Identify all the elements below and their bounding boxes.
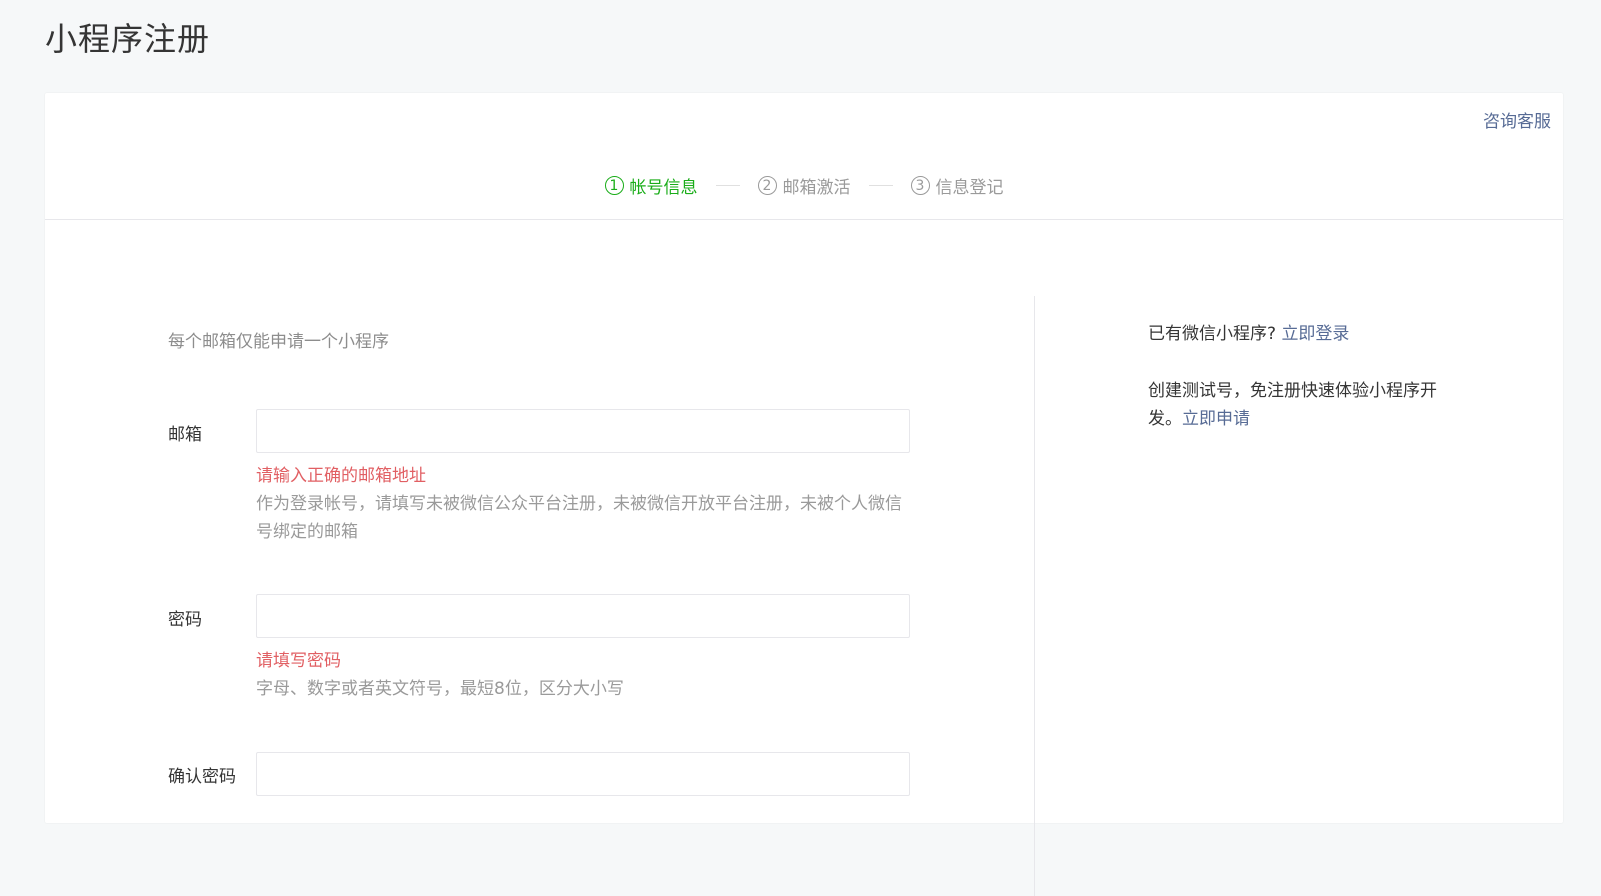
consult-service-link[interactable]: 咨询客服 [1483, 107, 1551, 132]
test-account-prompt: 创建测试号，免注册快速体验小程序开发。立即申请 [1148, 377, 1458, 433]
password-input[interactable] [256, 594, 910, 638]
password-tip: 字母、数字或者英文符号，最短8位，区分大小写 [256, 679, 624, 699]
step-number: 1 [604, 176, 624, 195]
step-separator [868, 185, 893, 186]
step-account-info: 1 帐号信息 [604, 173, 698, 198]
confirm-password-label: 确认密码 [168, 767, 236, 787]
login-prompt: 已有微信小程序? 立即登录 [1148, 320, 1458, 348]
step-info-registration: 3 信息登记 [910, 173, 1004, 198]
confirm-password-input[interactable] [256, 752, 910, 796]
form-intro: 每个邮箱仅能申请一个小程序 [168, 332, 389, 352]
password-error: 请填写密码 [256, 651, 341, 671]
step-label: 帐号信息 [629, 178, 698, 198]
header-divider [45, 219, 1563, 220]
login-link[interactable]: 立即登录 [1281, 324, 1349, 344]
step-email-activation: 2 邮箱激活 [757, 173, 851, 198]
apply-test-link[interactable]: 立即申请 [1182, 409, 1250, 429]
step-indicator: 1 帐号信息 2 邮箱激活 3 信息登记 [45, 173, 1563, 198]
email-input[interactable] [256, 409, 910, 453]
email-tip: 作为登录帐号，请填写未被微信公众平台注册，未被微信开放平台注册，未被个人微信号绑… [256, 494, 902, 542]
login-prompt-text: 已有微信小程序? [1148, 324, 1277, 344]
step-number: 2 [757, 176, 777, 195]
password-label: 密码 [168, 610, 202, 630]
step-label: 信息登记 [935, 178, 1004, 198]
email-label: 邮箱 [168, 425, 202, 445]
step-number: 3 [910, 176, 930, 195]
column-divider [1034, 296, 1035, 896]
step-label: 邮箱激活 [782, 178, 851, 198]
page-title: 小程序注册 [45, 20, 211, 58]
registration-card: 咨询客服 1 帐号信息 2 邮箱激活 3 信息登记 每个邮箱仅能申请一个小程序 … [45, 93, 1563, 896]
email-error: 请输入正确的邮箱地址 [256, 466, 426, 486]
step-separator [715, 185, 740, 186]
